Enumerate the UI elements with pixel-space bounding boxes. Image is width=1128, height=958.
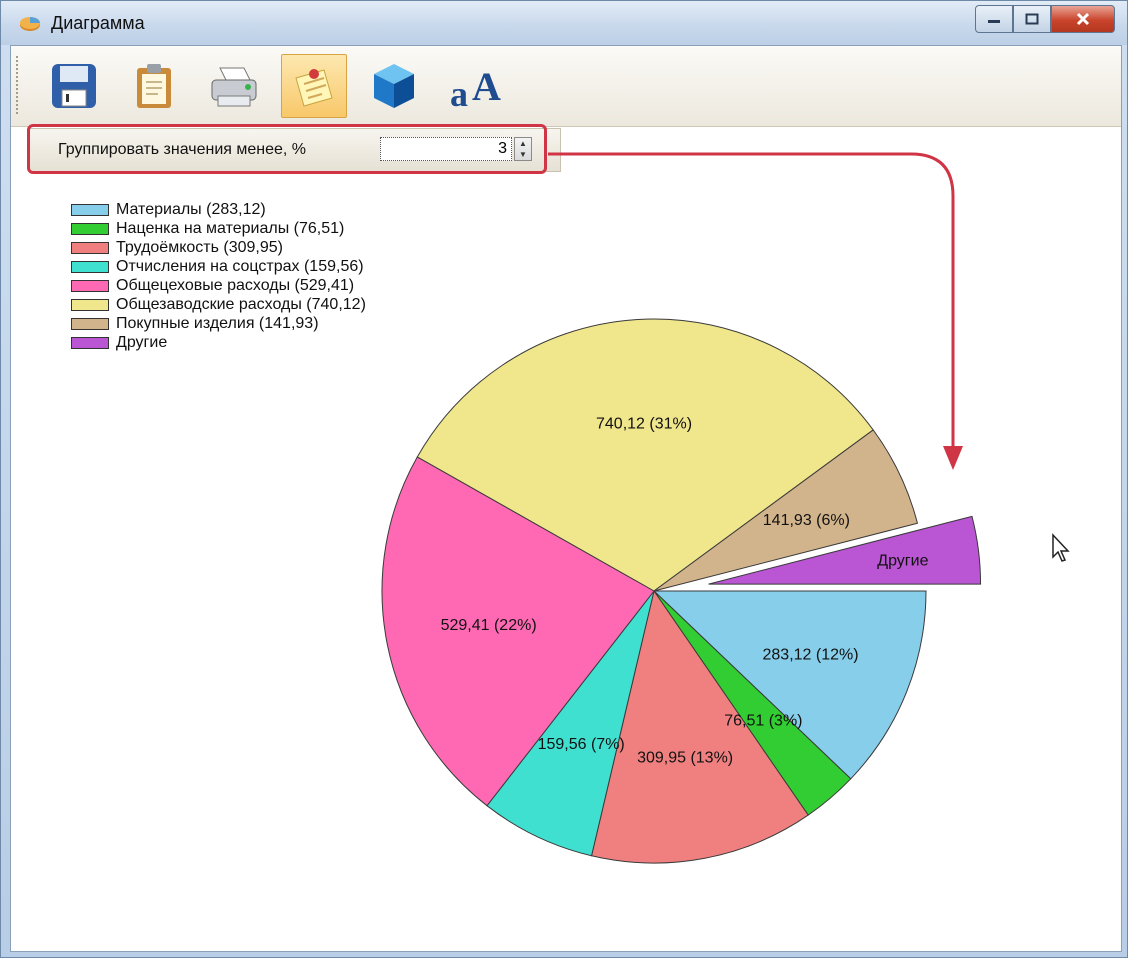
close-button[interactable]: [1051, 5, 1115, 33]
save-button[interactable]: [41, 54, 107, 118]
svg-text:A: A: [472, 64, 501, 109]
notes-button[interactable]: [281, 54, 347, 118]
pie-data-label: Другие: [877, 553, 928, 570]
minimize-button[interactable]: [975, 5, 1013, 33]
minimize-icon: [988, 20, 1000, 23]
mouse-cursor-icon: [1052, 533, 1070, 562]
diagram-window: Диаграмма a A Группировать значения мене…: [0, 0, 1128, 958]
pie-chart: 283,12 (12%) 76,51 (3%) 309,95 (13%) 159,56…: [381, 318, 982, 864]
font-icon: a A: [450, 64, 501, 112]
3d-view-button[interactable]: [361, 54, 427, 118]
print-button[interactable]: [201, 54, 267, 118]
svg-text:a: a: [450, 74, 468, 112]
copy-button[interactable]: [121, 54, 187, 118]
close-icon: [1076, 12, 1090, 26]
font-button[interactable]: a A: [441, 54, 507, 118]
pie-chart-app-icon: [20, 17, 40, 31]
notes-icon: [295, 69, 333, 107]
pie-data-label: 529,41 (22%): [441, 617, 537, 634]
pie-data-label: 283,12 (12%): [763, 647, 859, 664]
pie-data-label: 76,51 (3%): [724, 712, 802, 729]
printer-icon: [211, 67, 257, 107]
chart-area: Материалы (283,12) Наценка на материалы (…: [11, 176, 1121, 951]
annotation-highlight-box: [27, 124, 547, 174]
window-title: Диаграмма: [51, 13, 145, 33]
title-bar[interactable]: Диаграмма: [1, 1, 1127, 45]
save-icon: [52, 64, 96, 108]
pie-data-label: 309,95 (13%): [637, 750, 733, 767]
maximize-icon: [1025, 13, 1039, 25]
clipboard-icon: [137, 64, 171, 108]
window-controls: [975, 5, 1115, 33]
3d-cube-icon: [374, 64, 414, 108]
pie-data-label: 159,56 (7%): [538, 736, 625, 753]
pie-data-label: 141,93 (6%): [763, 512, 850, 529]
toolbar: a A: [11, 46, 1121, 127]
toolbar-grip[interactable]: [16, 56, 21, 114]
client-area: a A Группировать значения менее, % 3 ▲ ▼…: [10, 45, 1122, 952]
pie-data-label: 740,12 (31%): [596, 416, 692, 433]
maximize-button[interactable]: [1013, 5, 1051, 33]
